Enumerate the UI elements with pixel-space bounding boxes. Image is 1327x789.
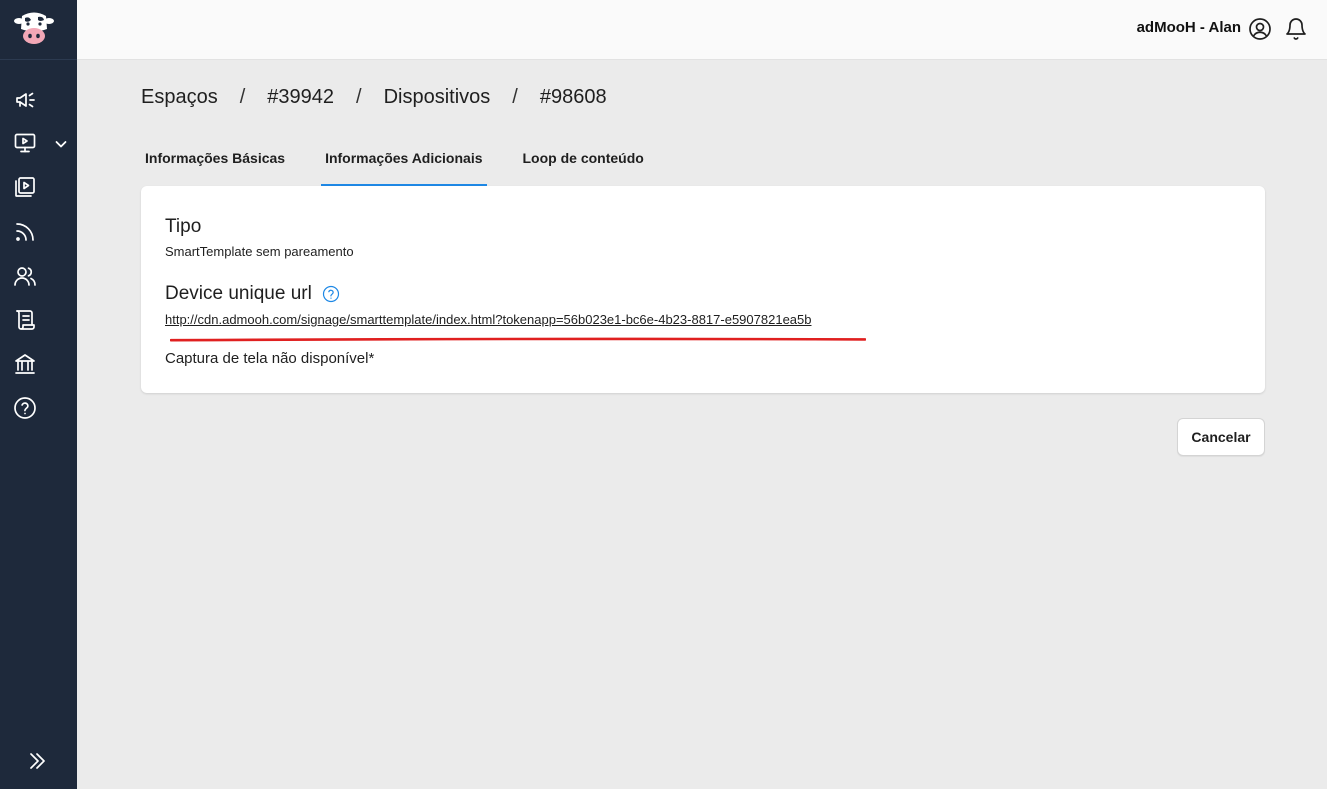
breadcrumb-item-device-id: #98608 (539, 86, 607, 108)
device-url-title: Device unique url (165, 283, 312, 304)
breadcrumb-separator: / (356, 86, 362, 108)
breadcrumb-separator: / (239, 86, 246, 108)
breadcrumb-separator: / (512, 86, 518, 108)
tab-informacoes-basicas[interactable]: Informações Básicas (141, 140, 289, 186)
bank-icon[interactable] (12, 351, 38, 377)
monitor-play-icon[interactable] (12, 130, 38, 156)
rss-feed-icon[interactable] (12, 219, 38, 245)
sidebar-divider (0, 59, 77, 60)
chevron-down-icon[interactable] (53, 136, 69, 152)
media-library-icon[interactable] (12, 174, 38, 200)
cancel-button[interactable]: Cancelar (1177, 418, 1265, 456)
breadcrumb-item-space-id[interactable]: #39942 (267, 86, 334, 109)
tipo-value: SmartTemplate sem pareamento (165, 244, 354, 259)
tipo-title: Tipo (165, 216, 202, 237)
top-bar: adMooH - Alan (77, 0, 1327, 60)
tab-bar: Informações Básicas Informações Adiciona… (141, 140, 648, 186)
screenshot-unavailable-text: Captura de tela não disponível* (165, 350, 375, 367)
tab-loop-de-conteudo[interactable]: Loop de conteúdo (519, 140, 648, 186)
users-icon[interactable] (12, 263, 38, 289)
additional-info-card: Tipo SmartTemplate sem pareamento Device… (141, 186, 1265, 393)
help-circle-icon[interactable] (12, 395, 38, 421)
tab-informacoes-adicionais[interactable]: Informações Adicionais (321, 140, 487, 186)
help-circle-icon[interactable] (322, 285, 340, 303)
scroll-icon[interactable] (12, 307, 38, 333)
breadcrumb-item-espacos[interactable]: Espaços (141, 86, 218, 109)
chevrons-right-icon[interactable] (25, 749, 49, 773)
megaphone-icon[interactable] (12, 87, 38, 113)
user-name[interactable]: adMooH - Alan (1137, 19, 1241, 36)
user-circle-icon[interactable] (1248, 17, 1272, 41)
cow-logo-icon[interactable] (14, 10, 54, 46)
sidebar (0, 0, 77, 789)
device-url-link[interactable]: http://cdn.admooh.com/signage/smarttempl… (165, 312, 811, 327)
red-annotation-underline (169, 329, 867, 342)
breadcrumb: Espaços / #39942 / Dispositivos / #98608 (141, 86, 607, 109)
bell-icon[interactable] (1284, 17, 1308, 41)
device-url-title-row: Device unique url (165, 283, 340, 305)
breadcrumb-item-dispositivos[interactable]: Dispositivos (384, 86, 491, 109)
